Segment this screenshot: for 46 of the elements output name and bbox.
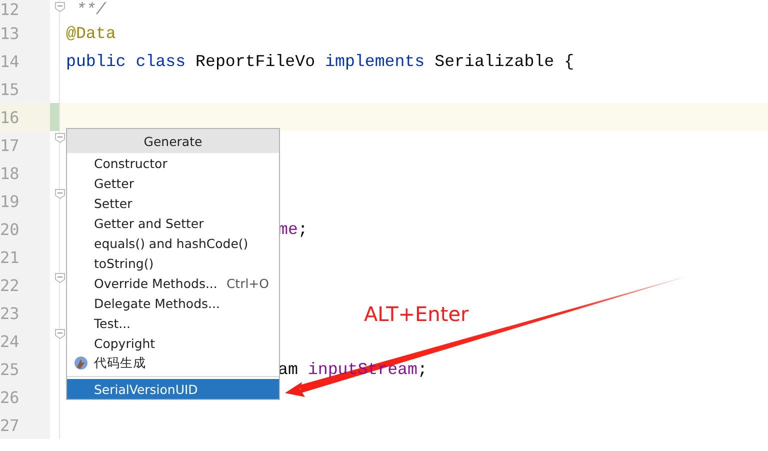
line-number: 19: [0, 192, 18, 210]
menu-item[interactable]: Delegate Methods...: [67, 293, 279, 313]
menu-item[interactable]: Setter: [67, 193, 279, 213]
menu-item[interactable]: Getter: [67, 173, 279, 193]
code-token: ;: [417, 360, 428, 378]
menu-item[interactable]: Test...: [67, 313, 279, 333]
line-number: 26: [0, 388, 18, 406]
annotation-label: ALT+Enter: [364, 302, 469, 326]
line-number: 18: [0, 164, 18, 182]
plugin-icon: [74, 356, 88, 370]
menu-item[interactable]: 代码生成: [67, 353, 279, 373]
menu-item[interactable]: Constructor: [67, 153, 279, 173]
menu-item[interactable]: SerialVersionUID: [67, 379, 279, 399]
line-number: 16: [0, 108, 18, 126]
line-number: 22: [0, 276, 18, 294]
menu-item[interactable]: toString(): [67, 253, 279, 273]
line-number: 17: [0, 136, 18, 154]
line-number: 13: [0, 24, 18, 42]
line-number: 15: [0, 80, 18, 98]
menu-item[interactable]: Override Methods... Ctrl+O: [67, 273, 279, 293]
code-token: ReportFileVo: [196, 52, 316, 70]
menu-item[interactable]: equals() and hashCode(): [67, 233, 279, 253]
fold-icon[interactable]: [55, 2, 65, 12]
code-token: ;: [298, 220, 308, 238]
code-token: @Data: [66, 24, 116, 42]
code-token: Serializable {: [434, 52, 574, 70]
code-token: class: [136, 52, 186, 70]
line-number: 20: [0, 220, 18, 238]
menu-item[interactable]: Getter and Setter: [67, 213, 279, 233]
line-number: 21: [0, 248, 18, 266]
fold-icon[interactable]: [55, 189, 65, 199]
menu-item[interactable]: Copyright: [67, 333, 279, 353]
line-number: 23: [0, 304, 18, 322]
line-number: 12: [0, 0, 18, 19]
line-number: 24: [0, 332, 18, 350]
fold-icon[interactable]: [55, 329, 65, 339]
code-token: am: [278, 360, 298, 378]
code-token: implements: [325, 52, 425, 70]
line-number: 25: [0, 360, 18, 378]
fold-icon[interactable]: [55, 133, 65, 143]
fold-icon[interactable]: [55, 273, 65, 283]
code-token: public: [66, 52, 126, 70]
code-token: **/: [74, 0, 106, 19]
popup-title: Generate: [67, 129, 279, 153]
line-number: 14: [0, 52, 18, 70]
line-number: 27: [0, 416, 18, 434]
